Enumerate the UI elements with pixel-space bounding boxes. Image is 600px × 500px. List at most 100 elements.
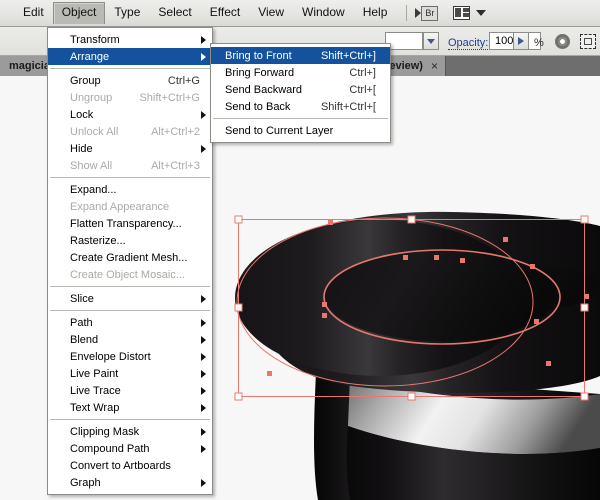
arrange-menu-item-send-backward[interactable]: Send Backward Ctrl+[ xyxy=(211,81,390,98)
go-to-bridge-icon: Br xyxy=(415,5,439,21)
arrange-menu-item-send-to-current-layer[interactable]: Send to Current Layer xyxy=(211,122,390,139)
select-similar-objects-icon[interactable] xyxy=(580,34,596,49)
arrange-menu-item-bring-to-front[interactable]: Bring to Front Shift+Ctrl+] xyxy=(211,47,390,64)
menu-window[interactable]: Window xyxy=(293,2,354,24)
object-menu-item-label: Clipping Mask xyxy=(70,425,140,438)
object-menu-item-group[interactable]: Group Ctrl+G xyxy=(48,72,212,89)
object-menu-item-label: Hide xyxy=(70,142,93,155)
chevron-down-icon xyxy=(427,38,435,44)
menu-effect[interactable]: Effect xyxy=(201,2,249,24)
object-menu-item-label: Create Gradient Mesh... xyxy=(70,251,188,264)
object-menu-item-label: Unlock All xyxy=(70,125,119,138)
object-menu-item-shortcut: Alt+Ctrl+2 xyxy=(151,125,200,138)
object-menu-item-label: Lock xyxy=(70,108,94,121)
chevron-right-icon xyxy=(201,369,206,378)
object-menu-item-label: Text Wrap xyxy=(70,401,120,414)
object-menu-item-hide[interactable]: Hide xyxy=(48,140,212,157)
menu-type[interactable]: Type xyxy=(105,2,149,24)
menu-edit[interactable]: Edit xyxy=(14,2,53,24)
object-menu-item-compound-path[interactable]: Compound Path xyxy=(48,440,212,457)
object-menu-item-label: Transform xyxy=(70,33,120,46)
chevron-right-icon xyxy=(201,478,206,487)
object-menu-item-label: Blend xyxy=(70,333,99,346)
object-menu-item-label: Convert to Artboards xyxy=(70,459,171,472)
chevron-right-icon xyxy=(201,352,206,361)
object-menu-item-clipping-mask[interactable]: Clipping Mask xyxy=(48,423,212,440)
chevron-right-icon xyxy=(201,110,206,119)
object-menu-item-live-trace[interactable]: Live Trace xyxy=(48,382,212,399)
object-menu-item-shortcut: Shift+Ctrl+G xyxy=(139,91,200,104)
object-menu-divider xyxy=(50,310,210,311)
object-menu-item-expand[interactable]: Expand... xyxy=(48,181,212,198)
arrange-menu-item-shortcut: Ctrl+[ xyxy=(349,83,376,96)
arrange-menu-item-shortcut: Shift+Ctrl+[ xyxy=(320,100,376,113)
object-menu-item-envelope-distort[interactable]: Envelope Distort xyxy=(48,348,212,365)
object-menu-item-blend[interactable]: Blend xyxy=(48,331,212,348)
chevron-right-icon xyxy=(518,37,524,45)
object-dropdown-menu[interactable]: Transform Arrange Group Ctrl+G Ungroup Shift+… xyxy=(47,27,213,495)
menu-select[interactable]: Select xyxy=(149,2,200,24)
chevron-right-icon xyxy=(201,335,206,344)
object-menu-item-label: Path xyxy=(70,316,93,329)
chevron-right-icon xyxy=(201,386,206,395)
arrange-menu-item-label: Send Backward xyxy=(225,83,303,96)
object-menu-item-expand-appearance: Expand Appearance xyxy=(48,198,212,215)
chevron-right-icon xyxy=(201,318,206,327)
object-menu-item-transform[interactable]: Transform xyxy=(48,31,212,48)
object-menu-item-rasterize[interactable]: Rasterize... xyxy=(48,232,212,249)
object-menu-item-create-gradient-mesh[interactable]: Create Gradient Mesh... xyxy=(48,249,212,266)
object-menu-item-slice[interactable]: Slice xyxy=(48,290,212,307)
object-menu-item-graph[interactable]: Graph xyxy=(48,474,212,491)
object-menu-item-path[interactable]: Path xyxy=(48,314,212,331)
go-to-bridge-button[interactable]: Br xyxy=(415,5,439,21)
object-menu-item-show-all: Show All Alt+Ctrl+3 xyxy=(48,157,212,174)
object-menu-item-label: Show All xyxy=(70,159,113,172)
chevron-right-icon xyxy=(201,35,206,44)
graphic-style-dropdown[interactable] xyxy=(423,32,439,50)
chevron-right-icon xyxy=(201,144,206,153)
arrange-menu-item-label: Bring to Front xyxy=(225,49,292,62)
object-menu-item-label: Live Paint xyxy=(70,367,119,380)
object-menu-item-label: Compound Path xyxy=(70,442,150,455)
object-menu-item-label: Envelope Distort xyxy=(70,350,151,363)
object-menu-item-convert-to-artboards[interactable]: Convert to Artboards xyxy=(48,457,212,474)
menu-view[interactable]: View xyxy=(249,2,293,24)
object-menu-item-label: Expand Appearance xyxy=(70,200,170,213)
menu-help[interactable]: Help xyxy=(354,2,397,24)
object-menu-divider xyxy=(50,68,210,69)
bridge-label: Br xyxy=(421,5,439,21)
arrange-menu-item-label: Send to Back xyxy=(225,100,291,113)
arrange-submenu[interactable]: Bring to Front Shift+Ctrl+] Bring Forward C… xyxy=(210,43,391,143)
object-menu-item-create-object-mosaic: Create Object Mosaic... xyxy=(48,266,212,283)
object-menu-item-live-paint[interactable]: Live Paint xyxy=(48,365,212,382)
close-icon[interactable]: × xyxy=(431,59,438,73)
opacity-stepper[interactable] xyxy=(513,32,529,50)
object-menu-item-unlock-all: Unlock All Alt+Ctrl+2 xyxy=(48,123,212,140)
menu-bar: Edit Object Type Select Effect View Wind… xyxy=(0,0,600,27)
arrange-documents-icon xyxy=(453,6,471,20)
menu-object[interactable]: Object xyxy=(52,2,106,24)
object-menu-item-text-wrap[interactable]: Text Wrap xyxy=(48,399,212,416)
chevron-down-icon[interactable] xyxy=(476,10,487,16)
object-menu-item-label: Slice xyxy=(70,292,94,305)
arrange-menu-item-shortcut: Shift+Ctrl+] xyxy=(320,49,376,62)
opacity-percent-sign: % xyxy=(534,37,544,49)
object-menu-divider xyxy=(50,286,210,287)
opacity-label[interactable]: Opacity: xyxy=(448,37,489,50)
object-menu-divider xyxy=(50,419,210,420)
object-menu-item-flatten-transparency[interactable]: Flatten Transparency... xyxy=(48,215,212,232)
transparency-gear-icon[interactable] xyxy=(555,34,570,49)
object-menu-item-shortcut: Alt+Ctrl+3 xyxy=(151,159,200,172)
arrange-menu-item-send-to-back[interactable]: Send to Back Shift+Ctrl+[ xyxy=(211,98,390,115)
object-menu-item-lock[interactable]: Lock xyxy=(48,106,212,123)
chevron-right-icon xyxy=(201,427,206,436)
arrange-menu-item-shortcut: Ctrl+] xyxy=(349,66,376,79)
object-menu-item-arrange[interactable]: Arrange xyxy=(48,48,212,65)
object-menu-item-label: Ungroup xyxy=(70,91,113,104)
arrange-menu-item-bring-forward[interactable]: Bring Forward Ctrl+] xyxy=(211,64,390,81)
object-menu-divider xyxy=(50,177,210,178)
menu-bar-items: Edit Object Type Select Effect View Wind… xyxy=(0,0,600,26)
object-menu-item-label: Group xyxy=(70,74,101,87)
arrange-documents-button[interactable] xyxy=(453,6,487,20)
object-menu-item-label: Live Trace xyxy=(70,384,121,397)
